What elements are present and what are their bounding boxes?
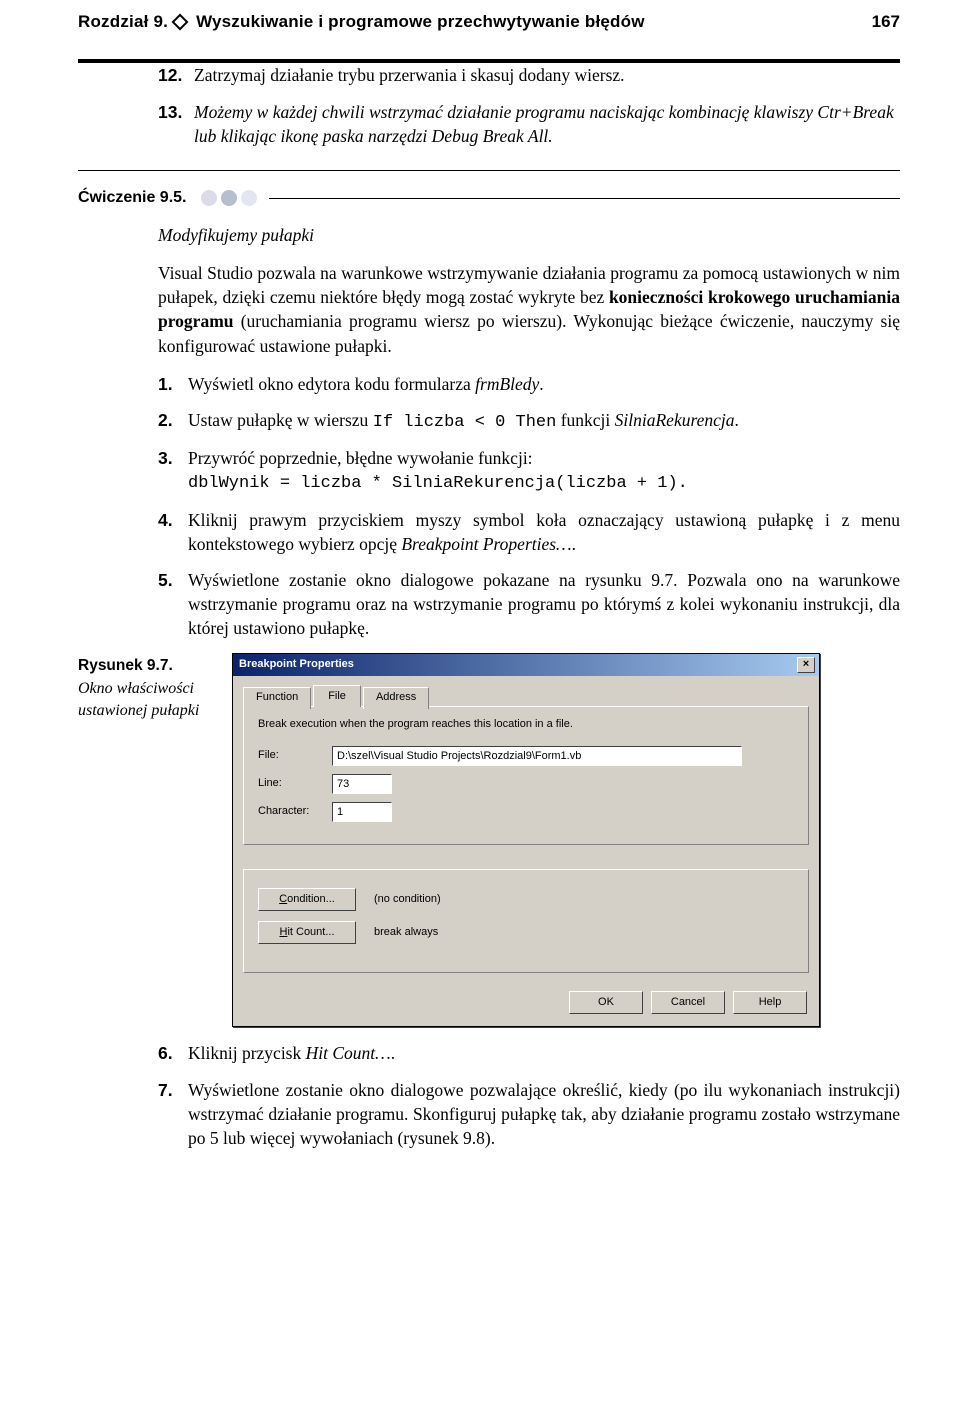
cancel-button[interactable]: Cancel bbox=[651, 991, 725, 1014]
difficulty-dot-icon bbox=[201, 190, 217, 206]
chapter-title: Wyszukiwanie i programowe przechwytywani… bbox=[196, 10, 645, 33]
step-text: Przywróć poprzednie, błędne wywołanie fu… bbox=[188, 446, 900, 496]
step-item: 4.Kliknij prawym przyciskiem myszy symbo… bbox=[158, 508, 900, 556]
figure-label: Rysunek 9.7. bbox=[78, 655, 206, 676]
chapter-heading: Rozdział 9. Wyszukiwanie i programowe pr… bbox=[78, 10, 645, 33]
diamond-icon bbox=[172, 13, 189, 30]
ok-button[interactable]: OK bbox=[569, 991, 643, 1014]
list-number: 12. bbox=[158, 63, 194, 87]
condition-button[interactable]: Condition... bbox=[258, 888, 356, 911]
file-field[interactable]: D:\szel\Visual Studio Projects\Rozdzial9… bbox=[332, 746, 742, 766]
difficulty-dot-icon bbox=[221, 190, 237, 206]
panel-description: Break execution when the program reaches… bbox=[258, 717, 794, 732]
step-number: 7. bbox=[158, 1078, 188, 1150]
step-number: 2. bbox=[158, 408, 188, 434]
tab-function[interactable]: Function bbox=[243, 687, 311, 709]
step-item: 1.Wyświetl okno edytora kodu formularza … bbox=[158, 372, 900, 396]
divider-rule bbox=[78, 170, 900, 171]
condition-panel: Condition... (no condition) Hit Count...… bbox=[243, 869, 809, 973]
tab-panel: Break execution when the program reaches… bbox=[243, 706, 809, 845]
figure-block: Rysunek 9.7. Okno właściwości ustawionej… bbox=[78, 653, 900, 1028]
step-text: Wyświetlone zostanie okno dialogowe poka… bbox=[188, 568, 900, 640]
chapter-prefix: Rozdział 9. bbox=[78, 10, 168, 33]
list-number: 13. bbox=[158, 100, 194, 148]
step-number: 5. bbox=[158, 568, 188, 640]
list-text: Możemy w każdej chwili wstrzymać działan… bbox=[194, 100, 900, 148]
step-item: 7.Wyświetlone zostanie okno dialogowe po… bbox=[158, 1078, 900, 1150]
step-number: 1. bbox=[158, 372, 188, 396]
intro-ordered-list: 12.Zatrzymaj działanie trybu przerwania … bbox=[158, 63, 900, 147]
exercise-subtitle: Modyfikujemy pułapki bbox=[158, 223, 900, 247]
list-text: Zatrzymaj działanie trybu przerwania i s… bbox=[194, 63, 900, 87]
character-field[interactable]: 1 bbox=[332, 802, 392, 822]
step-text: Wyświetl okno edytora kodu formularza fr… bbox=[188, 372, 900, 396]
dialog-title: Breakpoint Properties bbox=[239, 657, 354, 672]
close-icon[interactable]: × bbox=[797, 657, 815, 673]
tab-address[interactable]: Address bbox=[363, 687, 429, 709]
step-item: 5.Wyświetlone zostanie okno dialogowe po… bbox=[158, 568, 900, 640]
condition-text: (no condition) bbox=[374, 892, 441, 907]
breakpoint-properties-dialog: Breakpoint Properties × Function File Ad… bbox=[232, 653, 820, 1028]
dialog-titlebar[interactable]: Breakpoint Properties × bbox=[233, 654, 819, 676]
difficulty-dot-icon bbox=[241, 190, 257, 206]
line-field[interactable]: 73 bbox=[332, 774, 392, 794]
figure-description: Okno właściwości ustawionej pułapki bbox=[78, 680, 199, 719]
step-item: 2.Ustaw pułapkę w wierszu If liczba < 0 … bbox=[158, 408, 900, 434]
step-number: 4. bbox=[158, 508, 188, 556]
file-label: File: bbox=[258, 748, 322, 763]
steps-list: 1.Wyświetl okno edytora kodu formularza … bbox=[158, 372, 900, 641]
difficulty-icons bbox=[201, 190, 257, 206]
dialog-tabs: Function File Address bbox=[243, 684, 819, 706]
step-item: 6.Kliknij przycisk Hit Count…. bbox=[158, 1041, 900, 1065]
page-number: 167 bbox=[852, 10, 900, 33]
hit-count-button[interactable]: Hit Count... bbox=[258, 921, 356, 944]
intro-list-item: 13.Możemy w każdej chwili wstrzymać dzia… bbox=[158, 100, 900, 148]
step-text: Kliknij przycisk Hit Count…. bbox=[188, 1041, 900, 1065]
exercise-label: Ćwiczenie 9.5. bbox=[78, 187, 187, 209]
step-item: 3.Przywróć poprzednie, błędne wywołanie … bbox=[158, 446, 900, 496]
line-label: Line: bbox=[258, 776, 322, 791]
exercise-rule bbox=[269, 197, 901, 199]
step-text: Wyświetlone zostanie okno dialogowe pozw… bbox=[188, 1078, 900, 1150]
step-text: Kliknij prawym przyciskiem myszy symbol … bbox=[188, 508, 900, 556]
character-label: Character: bbox=[258, 804, 322, 819]
figure-caption: Rysunek 9.7. Okno właściwości ustawionej… bbox=[78, 653, 206, 1028]
step-text: Ustaw pułapkę w wierszu If liczba < 0 Th… bbox=[188, 408, 900, 434]
intro-list-item: 12.Zatrzymaj działanie trybu przerwania … bbox=[158, 63, 900, 87]
exercise-heading: Ćwiczenie 9.5. bbox=[78, 187, 900, 209]
help-button[interactable]: Help bbox=[733, 991, 807, 1014]
page-header: Rozdział 9. Wyszukiwanie i programowe pr… bbox=[78, 0, 900, 63]
intro-paragraph: Visual Studio pozwala na warunkowe wstrz… bbox=[158, 261, 900, 358]
steps-list-continued: 6.Kliknij przycisk Hit Count….7.Wyświetl… bbox=[158, 1041, 900, 1150]
hit-count-text: break always bbox=[374, 925, 438, 940]
step-number: 3. bbox=[158, 446, 188, 496]
step-number: 6. bbox=[158, 1041, 188, 1065]
tab-file[interactable]: File bbox=[313, 685, 361, 707]
dialog-footer: OK Cancel Help bbox=[233, 983, 819, 1026]
